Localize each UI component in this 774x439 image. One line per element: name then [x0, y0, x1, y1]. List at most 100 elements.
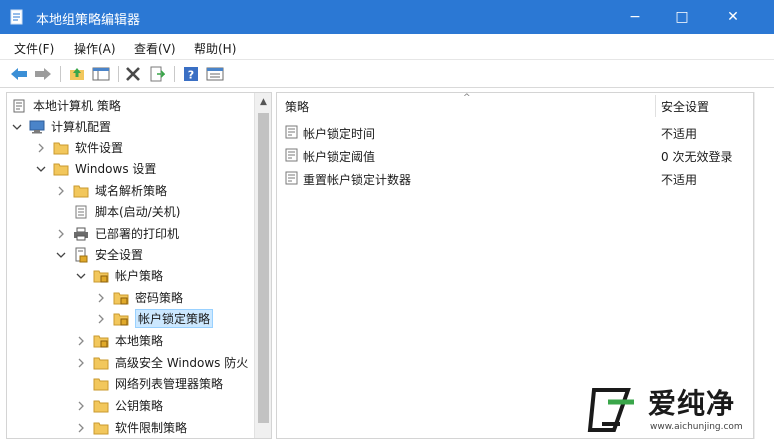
tree-scrollbar[interactable]: ▲	[254, 93, 271, 438]
policy-name: 帐户锁定时间	[303, 127, 376, 141]
column-header-policy[interactable]: 策略	[285, 93, 309, 119]
chevron-down-icon[interactable]	[11, 121, 23, 133]
sort-ascending-icon: ^	[463, 93, 471, 103]
chevron-down-icon[interactable]	[75, 270, 87, 282]
tree-item-label: 域名解析策略	[95, 184, 168, 198]
menu-view[interactable]: 查看(V)	[134, 40, 176, 57]
watermark-url: www.aichunjing.com	[650, 422, 743, 432]
folder-icon	[93, 377, 109, 391]
tree-item-public-key-policy[interactable]: 公钥策略	[75, 395, 163, 416]
tree-item-software-settings[interactable]: 软件设置	[35, 137, 123, 158]
tree-item-computer-config[interactable]: 计算机配置	[11, 116, 111, 137]
watermark: 爱纯净 www.aichunjing.com	[584, 382, 770, 438]
column-divider[interactable]	[655, 95, 656, 117]
tree-item-label: 高级安全 Windows 防火	[115, 356, 249, 370]
locked-folder-icon	[113, 312, 129, 326]
tree-pane[interactable]: 本地计算机 策略 计算机配置 软件设置 Windows 设置 域名解析策略 脚本…	[6, 92, 272, 439]
menu-help[interactable]: 帮助(H)	[194, 40, 236, 57]
folder-icon	[53, 162, 69, 176]
locked-folder-icon	[93, 334, 109, 348]
tree-item-scripts[interactable]: 脚本(启动/关机)	[73, 201, 180, 222]
tree-item-network-list-policy[interactable]: 网络列表管理器策略	[93, 373, 223, 394]
forward-arrow-icon[interactable]	[34, 65, 52, 83]
toolbar-separator	[60, 66, 61, 82]
policy-value: 不适用	[661, 173, 698, 187]
toolbar-separator	[118, 66, 119, 82]
chevron-right-icon[interactable]	[55, 185, 67, 197]
tree-item-password-policy[interactable]: 密码策略	[95, 287, 183, 308]
tree-item-label: Windows 设置	[75, 162, 157, 176]
folder-icon	[73, 184, 89, 198]
tree-item-label: 安全设置	[95, 248, 144, 262]
printer-icon	[73, 227, 89, 241]
tree-item-label: 软件限制策略	[115, 421, 188, 435]
watermark-text: 爱纯净	[648, 387, 736, 420]
security-settings-icon	[73, 247, 89, 262]
tree-item-advanced-firewall[interactable]: 高级安全 Windows 防火	[75, 352, 248, 373]
folder-up-icon[interactable]	[68, 65, 86, 83]
minimize-button[interactable]: −	[612, 0, 658, 34]
toolbar: ?	[0, 60, 774, 88]
locked-folder-icon	[93, 269, 109, 283]
chevron-right-icon[interactable]	[35, 142, 47, 154]
tree-item-software-restriction[interactable]: 软件限制策略	[75, 417, 187, 438]
svg-text:?: ?	[188, 69, 194, 82]
locked-folder-icon	[113, 291, 129, 305]
menu-action[interactable]: 操作(A)	[74, 40, 116, 57]
folder-icon	[93, 356, 109, 370]
policy-name: 帐户锁定阈值	[303, 150, 376, 164]
chevron-right-icon[interactable]	[95, 313, 107, 325]
policy-name: 重置帐户锁定计数器	[303, 173, 412, 187]
chevron-right-icon[interactable]	[75, 400, 87, 412]
chevron-right-icon[interactable]	[75, 357, 87, 369]
close-button[interactable]: ✕	[710, 0, 756, 34]
tree-item-local-policy[interactable]: 本地策略	[75, 330, 163, 351]
tree-item-windows-settings[interactable]: Windows 设置	[35, 158, 156, 179]
tree-item-label: 本地策略	[115, 334, 164, 348]
tree-item-label: 帐户策略	[115, 269, 164, 283]
tree-item-label: 脚本(启动/关机)	[95, 205, 181, 219]
properties-icon[interactable]	[206, 65, 224, 83]
tree-item-account-lockout-policy[interactable]: 帐户锁定策略	[95, 308, 214, 329]
gpedit-app-icon	[10, 9, 24, 25]
maximize-button[interactable]: □	[659, 0, 705, 34]
table-row[interactable]: 重置帐户锁定计数器 不适用	[277, 167, 753, 189]
toolbar-separator	[174, 66, 175, 82]
folder-icon	[93, 421, 109, 435]
tree-item-local-computer-policy[interactable]: 本地计算机 策略	[11, 95, 121, 116]
menu-file[interactable]: 文件(F)	[14, 40, 54, 57]
tree-item-security-settings[interactable]: 安全设置	[55, 244, 143, 265]
policy-setting-icon	[285, 171, 299, 185]
tree-item-label: 公钥策略	[115, 399, 164, 413]
script-icon	[73, 205, 89, 219]
chevron-right-icon[interactable]	[55, 228, 67, 240]
scroll-up-icon[interactable]: ▲	[255, 95, 271, 109]
title-bar: 本地组策略编辑器 − □ ✕	[0, 0, 774, 34]
chevron-right-icon[interactable]	[75, 335, 87, 347]
chevron-down-icon[interactable]	[55, 249, 67, 261]
computer-icon	[29, 120, 45, 134]
policy-value: 0 次无效登录	[661, 150, 733, 164]
policy-setting-icon	[285, 125, 299, 139]
table-row[interactable]: 帐户锁定阈值 0 次无效登录	[277, 144, 753, 166]
chevron-down-icon[interactable]	[35, 163, 47, 175]
chevron-right-icon[interactable]	[75, 422, 87, 434]
table-row[interactable]: 帐户锁定时间 不适用	[277, 121, 753, 143]
back-arrow-icon[interactable]	[10, 65, 28, 83]
folder-icon	[53, 141, 69, 155]
tree-item-label: 计算机配置	[51, 120, 112, 134]
tree-item-label: 软件设置	[75, 141, 124, 155]
delete-icon[interactable]	[124, 65, 142, 83]
show-hide-tree-icon[interactable]	[92, 65, 110, 83]
tree-item-deployed-printers[interactable]: 已部署的打印机	[55, 223, 179, 244]
tree-item-account-policy[interactable]: 帐户策略	[75, 265, 163, 286]
policy-setting-icon	[285, 148, 299, 162]
help-icon[interactable]: ?	[182, 65, 200, 83]
window-title: 本地组策略编辑器	[36, 13, 141, 28]
menu-bar: 文件(F) 操作(A) 查看(V) 帮助(H)	[0, 34, 774, 60]
scrollbar-thumb[interactable]	[258, 113, 269, 423]
tree-item-dns-policy[interactable]: 域名解析策略	[55, 180, 167, 201]
export-list-icon[interactable]	[148, 65, 166, 83]
chevron-right-icon[interactable]	[95, 292, 107, 304]
column-header-security-setting[interactable]: 安全设置	[661, 93, 709, 119]
